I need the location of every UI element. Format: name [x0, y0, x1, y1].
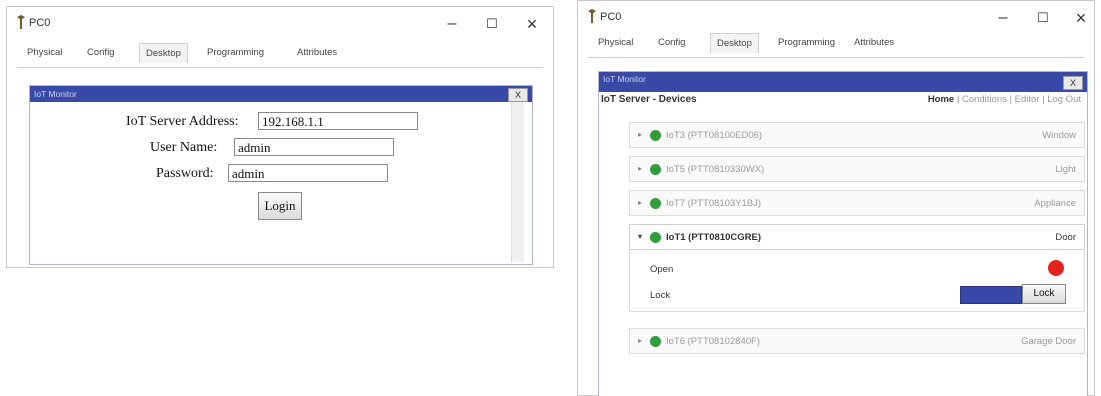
tab-programming[interactable]: Programming [778, 37, 835, 48]
panel-titlebar: IoT Monitor X [30, 86, 532, 102]
right-titlebar: PC0 – ☐ × [578, 1, 1094, 31]
device-type: Window [1042, 130, 1076, 141]
expand-caret-icon[interactable]: ▸ [638, 198, 642, 207]
left-titlebar: PC0 – ☐ × [7, 7, 553, 41]
panel-close-button[interactable]: X [508, 88, 528, 102]
device-row-expanded[interactable]: ▾ IoT1 (PTT0810CGRE) Door [629, 224, 1085, 250]
server-address-label: IoT Server Address: [126, 114, 239, 129]
maximize-button[interactable]: ☐ [1028, 7, 1058, 29]
tab-bar: Physical Config Desktop Programming Attr… [588, 31, 1084, 58]
expand-caret-icon[interactable]: ▸ [638, 130, 642, 139]
panel-title: IoT Monitor [34, 89, 77, 99]
tab-bar: Physical Config Desktop Programming Attr… [17, 41, 543, 68]
device-name: IoT5 (PTT0810330WX) [666, 164, 765, 175]
tab-physical[interactable]: Physical [598, 37, 633, 48]
minimize-button[interactable]: – [437, 13, 467, 35]
open-state-indicator-icon [1048, 260, 1064, 276]
username-label: User Name: [150, 140, 218, 155]
close-button[interactable]: × [517, 13, 547, 35]
pc-app-icon [17, 15, 25, 29]
nav-home-link[interactable]: Home [928, 94, 954, 105]
lock-button[interactable]: Lock [1022, 284, 1066, 304]
tab-programming[interactable]: Programming [207, 47, 264, 58]
server-address-input[interactable]: 192.168.1.1 [258, 112, 418, 130]
tab-physical[interactable]: Physical [27, 47, 62, 58]
panel-titlebar: IoT Monitor X [599, 72, 1087, 92]
nav-logout-link[interactable]: Log Out [1047, 94, 1081, 105]
device-type: Door [1055, 232, 1076, 243]
tab-config[interactable]: Config [87, 47, 114, 58]
status-dot-icon [650, 198, 661, 209]
nav-editor-link[interactable]: Editor [1015, 94, 1040, 105]
status-dot-icon [650, 232, 661, 243]
iot-monitor-panel: IoT Monitor X IoT Server - Devices Home … [598, 71, 1088, 396]
device-name: IoT7 (PTT08103Y1BJ) [666, 198, 762, 209]
left-window: PC0 – ☐ × Physical Config Desktop Progra… [6, 6, 554, 268]
lock-label: Lock [650, 290, 671, 301]
collapse-caret-icon[interactable]: ▾ [638, 232, 642, 241]
device-row[interactable]: ▸ IoT6 (PTT08102840F) Garage Door [629, 328, 1085, 354]
login-button[interactable]: Login [258, 192, 302, 220]
status-dot-icon [650, 336, 661, 347]
username-input[interactable]: admin [234, 138, 394, 156]
device-row[interactable]: ▸ IoT3 (PTT08100ED06) Window [629, 122, 1085, 148]
device-type: Light [1055, 164, 1076, 175]
devices-page-title: IoT Server - Devices [601, 94, 697, 105]
open-label: Open [650, 264, 674, 275]
expand-caret-icon[interactable]: ▸ [638, 336, 642, 345]
tab-attributes[interactable]: Attributes [854, 37, 894, 48]
tab-config[interactable]: Config [658, 37, 685, 48]
device-type: Appliance [1034, 198, 1076, 209]
device-name: IoT3 (PTT08100ED06) [666, 130, 763, 141]
status-dot-icon [650, 130, 661, 141]
status-dot-icon [650, 164, 661, 175]
top-nav: Home | Conditions | Editor | Log Out [927, 94, 1081, 105]
device-name: IoT1 (PTT0810CGRE) [666, 232, 762, 243]
device-type: Garage Door [1021, 336, 1076, 347]
lock-state-select[interactable] [960, 286, 1022, 304]
window-title: PC0 [29, 17, 51, 29]
panel-close-button[interactable]: X [1063, 76, 1083, 90]
device-row[interactable]: ▸ IoT7 (PTT08103Y1BJ) Appliance [629, 190, 1085, 216]
password-label: Password: [156, 166, 214, 181]
pc-app-icon [588, 9, 596, 23]
door-attributes-panel: Open Lock Lock [629, 250, 1085, 312]
tab-desktop[interactable]: Desktop [139, 43, 188, 63]
right-window: PC0 – ☐ × Physical Config Desktop Progra… [577, 0, 1095, 396]
nav-conditions-link[interactable]: Conditions [962, 94, 1007, 105]
tab-desktop[interactable]: Desktop [710, 33, 759, 53]
device-name: IoT6 (PTT08102840F) [666, 336, 760, 347]
expand-caret-icon[interactable]: ▸ [638, 164, 642, 173]
close-button[interactable]: × [1066, 7, 1096, 29]
maximize-button[interactable]: ☐ [477, 13, 507, 35]
iot-monitor-panel: IoT Monitor X IoT Server Address: 192.16… [29, 85, 533, 265]
window-title: PC0 [600, 11, 622, 23]
password-input[interactable]: admin [228, 164, 388, 182]
device-row[interactable]: ▸ IoT5 (PTT0810330WX) Light [629, 156, 1085, 182]
panel-title: IoT Monitor [603, 74, 646, 84]
scrollbar[interactable] [511, 102, 524, 262]
minimize-button[interactable]: – [988, 7, 1018, 29]
tab-attributes[interactable]: Attributes [297, 47, 337, 58]
